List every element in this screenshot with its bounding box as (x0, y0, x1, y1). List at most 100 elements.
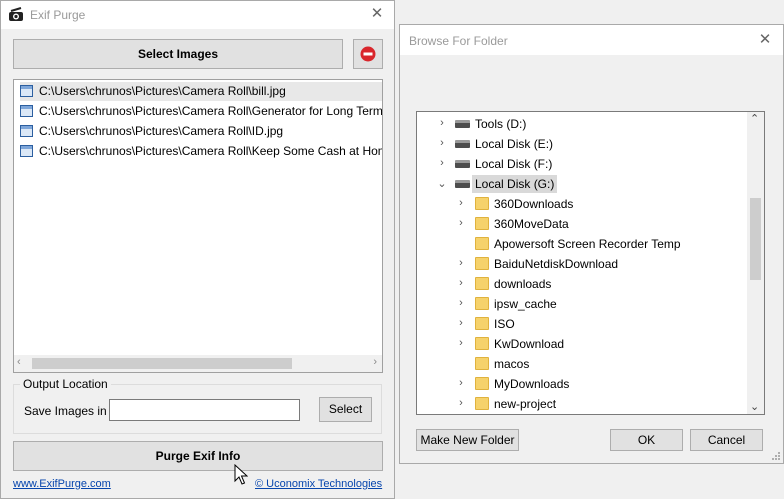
tree-item[interactable]: › KwDownload (417, 334, 747, 354)
tree-item-label: Local Disk (F:) (475, 157, 553, 171)
scroll-left-icon[interactable]: ‹ (17, 356, 21, 368)
file-path: C:\Users\chrunos\Pictures\Camera Roll\Ge… (39, 104, 382, 118)
tree-item-label: Apowersoft Screen Recorder Temp (494, 237, 681, 251)
resize-grip-icon[interactable] (771, 451, 781, 461)
tree-item-label: MyDownloads (494, 377, 570, 391)
cancel-label: Cancel (707, 433, 746, 447)
folder-icon (475, 217, 489, 230)
folder-tree[interactable]: › Tools (D:) › Local Disk (E:) › Local D… (416, 111, 765, 415)
folder-icon (475, 397, 489, 410)
folder-icon (475, 297, 489, 310)
app-logo-icon (9, 7, 23, 21)
close-icon[interactable]: ✕ (755, 30, 775, 50)
drive-icon (455, 180, 470, 188)
purge-exif-button[interactable]: Purge Exif Info (13, 441, 383, 471)
folder-icon (475, 237, 489, 250)
file-list-item[interactable]: C:\Users\chrunos\Pictures\Camera Roll\bi… (20, 82, 382, 101)
make-new-folder-label: Make New Folder (420, 433, 515, 447)
tree-item[interactable]: › downloads (417, 274, 747, 294)
save-path-input[interactable] (109, 399, 300, 421)
tree-item[interactable]: › 360Downloads (417, 194, 747, 214)
folder-icon (475, 337, 489, 350)
folder-icon (475, 197, 489, 210)
expand-chevron-icon[interactable]: › (456, 377, 466, 391)
file-list-item[interactable]: C:\Users\chrunos\Pictures\Camera Roll\Ge… (20, 102, 382, 121)
folder-icon (475, 317, 489, 330)
save-images-label: Save Images in (24, 404, 107, 418)
tree-item[interactable]: › MyDownloads (417, 374, 747, 394)
exif-window-title: Exif Purge (30, 8, 86, 22)
browse-title-bar[interactable]: Browse For Folder ✕ (400, 25, 783, 55)
image-file-icon (20, 125, 33, 137)
cancel-button[interactable]: Cancel (690, 429, 763, 451)
folder-icon (475, 357, 489, 370)
scroll-up-icon[interactable]: ⌃ (750, 112, 759, 125)
expand-chevron-icon[interactable]: › (456, 217, 466, 231)
horizontal-scrollbar[interactable]: ‹ › (14, 355, 382, 372)
remove-images-button[interactable] (353, 39, 383, 69)
image-file-icon (20, 105, 33, 117)
vertical-scrollbar[interactable]: ⌃ ⌄ (747, 112, 764, 414)
output-location-group: Output Location Save Images in Select (13, 377, 382, 434)
browse-folder-dialog: Browse For Folder ✕ › Tools (D:) › Local… (399, 24, 784, 464)
tree-item[interactable]: › 360MoveData (417, 214, 747, 234)
folder-icon (475, 257, 489, 270)
tree-item-label: Local Disk (E:) (475, 137, 554, 151)
select-images-button[interactable]: Select Images (13, 39, 343, 69)
expand-chevron-icon[interactable]: › (437, 117, 447, 131)
folder-tree-rows: › Tools (D:) › Local Disk (E:) › Local D… (417, 113, 747, 414)
tree-item[interactable]: › ISO (417, 314, 747, 334)
tree-item[interactable]: › new-project (417, 394, 747, 414)
exif-title-bar[interactable]: Exif Purge ✕ (1, 1, 394, 29)
file-list[interactable]: C:\Users\chrunos\Pictures\Camera Roll\bi… (13, 79, 383, 373)
tree-item[interactable]: macos (417, 354, 747, 374)
collapse-chevron-icon[interactable]: ⌄ (437, 177, 447, 191)
tree-item-label: 360MoveData (494, 217, 569, 231)
company-link[interactable]: © Uconomix Technologies (255, 478, 382, 490)
file-list-item[interactable]: C:\Users\chrunos\Pictures\Camera Roll\Ke… (20, 142, 382, 161)
drive-icon (455, 140, 470, 148)
tree-item[interactable]: › ipsw_cache (417, 294, 747, 314)
exif-purge-window: Exif Purge ✕ Select Images C:\Users\chru… (0, 0, 395, 499)
tree-item[interactable]: › Tools (D:) (417, 114, 747, 134)
scroll-right-icon[interactable]: › (373, 356, 377, 368)
tree-item-label: ISO (494, 317, 515, 331)
tree-item[interactable]: › Local Disk (E:) (417, 134, 747, 154)
browse-dialog-title: Browse For Folder (409, 34, 508, 48)
horizontal-scroll-thumb[interactable] (32, 358, 292, 369)
scroll-down-icon[interactable]: ⌄ (750, 400, 759, 413)
tree-item-label: macos (494, 357, 530, 371)
make-new-folder-button[interactable]: Make New Folder (416, 429, 519, 451)
tree-item[interactable]: › Local Disk (F:) (417, 154, 747, 174)
tree-item-label: Local Disk (G:) (472, 175, 558, 193)
tree-item-label: ipsw_cache (494, 297, 557, 311)
expand-chevron-icon[interactable]: › (456, 297, 466, 311)
tree-item[interactable]: Apowersoft Screen Recorder Temp (417, 234, 747, 254)
file-path: C:\Users\chrunos\Pictures\Camera Roll\Ke… (39, 144, 382, 158)
tree-item-label: downloads (494, 277, 552, 291)
expand-chevron-icon[interactable]: › (456, 257, 466, 271)
expand-chevron-icon[interactable]: › (456, 197, 466, 211)
file-path: C:\Users\chrunos\Pictures\Camera Roll\ID… (39, 124, 284, 138)
expand-chevron-icon[interactable]: › (456, 317, 466, 331)
drive-icon (455, 120, 470, 128)
tree-item[interactable]: › BaiduNetdiskDownload (417, 254, 747, 274)
ok-label: OK (637, 433, 656, 447)
expand-chevron-icon[interactable]: › (437, 157, 447, 171)
select-images-label: Select Images (137, 47, 219, 61)
expand-chevron-icon[interactable]: › (456, 397, 466, 411)
expand-chevron-icon[interactable]: › (437, 137, 447, 151)
select-folder-button[interactable]: Select (319, 397, 372, 422)
expand-chevron-icon[interactable]: › (456, 337, 466, 351)
tree-item-label: KwDownload (494, 337, 565, 351)
remove-icon (360, 46, 376, 62)
ok-button[interactable]: OK (610, 429, 683, 451)
mouse-cursor-icon (234, 464, 248, 485)
tree-item-selected[interactable]: ⌄ Local Disk (G:) (417, 174, 747, 194)
file-list-item[interactable]: C:\Users\chrunos\Pictures\Camera Roll\ID… (20, 122, 382, 141)
expand-chevron-icon[interactable]: › (456, 277, 466, 291)
close-icon[interactable]: ✕ (367, 4, 387, 24)
image-file-icon (20, 85, 33, 97)
vertical-scroll-thumb[interactable] (750, 198, 761, 280)
website-link[interactable]: www.ExifPurge.com (13, 478, 111, 490)
